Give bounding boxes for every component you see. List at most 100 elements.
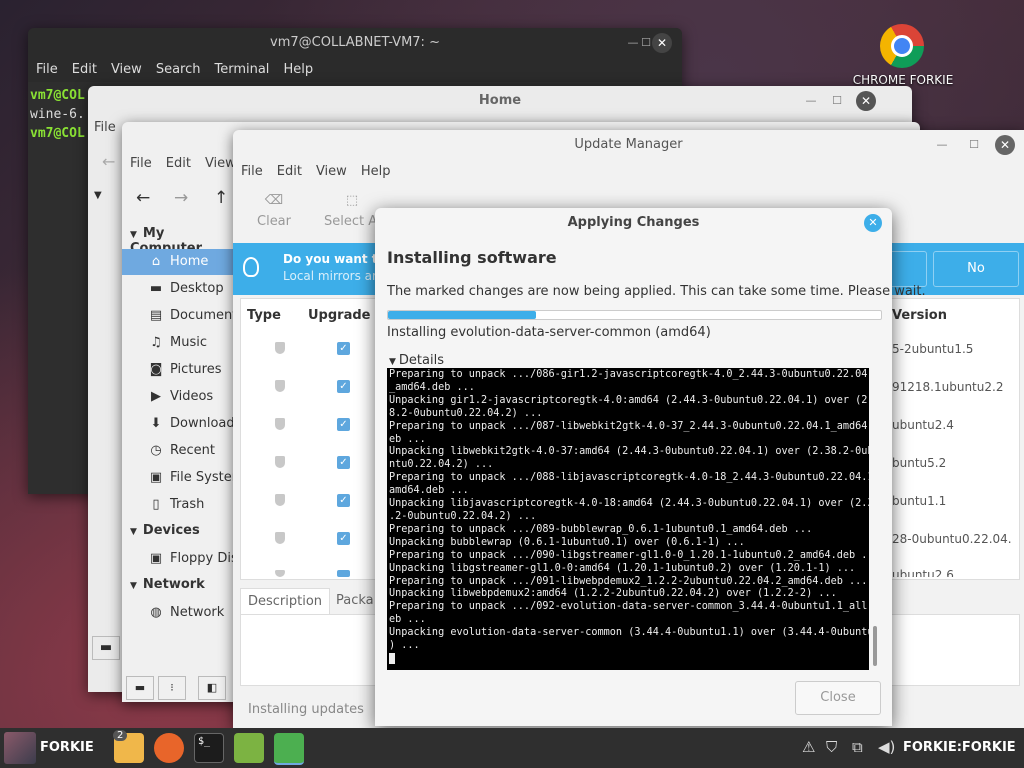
up-arrow-icon[interactable]: ↑ [214,188,228,208]
sidebar-item-label: Home [170,254,209,269]
shield-icon[interactable]: ⛉ [826,738,837,756]
details-console[interactable]: Preparing to unpack .../086-gir1.2-javas… [387,368,869,670]
um-menu-edit[interactable]: Edit [277,160,302,184]
home-menu-file[interactable]: File [94,120,116,135]
banner-yes-button[interactable] [889,251,927,287]
um-menu-help[interactable]: Help [361,160,391,184]
upgrade-checkbox[interactable]: ✓ [337,532,350,545]
close-icon[interactable]: ✕ [652,33,672,53]
column-type[interactable]: Type [247,308,281,323]
mintupdate-icon[interactable] [234,733,264,763]
collapse-arrow-icon[interactable]: ▼ [94,190,102,201]
security-shield-icon [275,456,285,468]
files-menu-file[interactable]: File [130,152,152,176]
clear-label: Clear [257,214,291,229]
clear-button[interactable]: ⌫ Clear [256,193,292,229]
um-menu-file[interactable]: File [241,160,263,184]
maximize-icon[interactable]: ☐ [828,92,846,110]
tab-packages[interactable]: Packa [336,588,374,614]
terminal-icon[interactable]: $_ [194,733,224,763]
update-notice-icon[interactable]: ⚠ [802,738,815,756]
upgrade-checkbox[interactable]: ✓ [337,380,350,393]
files-badge: 2 [113,730,128,741]
version-cell: 28-0ubuntu0.22.04. [892,532,1012,546]
tree-view-icon[interactable]: ⁝ [158,676,186,700]
select-all-button[interactable]: ⬚ Select All [324,193,380,229]
terminal-menubar: File Edit View Search Terminal Help [28,58,682,82]
sidebar-item-pictures[interactable]: ◙ Pictures [148,357,222,383]
forward-arrow-icon[interactable]: → [174,188,188,208]
minimize-icon[interactable]: — [933,136,951,154]
terminal-menu-view[interactable]: View [111,58,142,82]
close-button[interactable]: Close [795,681,881,715]
security-shield-icon [275,494,285,506]
sidebar-item-downloads[interactable]: ⬇ Downloads [148,411,238,437]
chrome-icon[interactable] [880,24,924,68]
close-icon[interactable]: ✕ [864,214,882,232]
tab-description[interactable]: Description [240,588,330,615]
terminal-menu-file[interactable]: File [36,58,58,82]
close-icon[interactable]: ✕ [856,91,876,111]
upgrade-checkbox[interactable] [337,570,350,577]
sidebar-item-desktop[interactable]: ▬ Desktop [148,276,224,302]
console-line: .2-0ubuntu0.22.04.2) ... [389,510,537,522]
folder-view-icon[interactable]: ▬ [126,676,154,700]
shield-app-icon[interactable] [274,733,304,765]
upgrade-checkbox[interactable]: ✓ [337,456,350,469]
sidebar-item-trash[interactable]: ▯ Trash [148,492,204,518]
console-line: Unpacking libjavascriptcoregtk-4.0-18:am… [389,498,869,510]
sidebar-item-music[interactable]: ♫ Music [148,330,207,356]
version-cell: 91218.1ubuntu2.2 [892,380,1004,394]
sidebar-item-file-system[interactable]: ▣ File System [148,465,238,491]
version-cell: ubuntu2.6 [892,568,954,577]
terminal-menu-terminal[interactable]: Terminal [214,58,269,82]
firefox-icon[interactable] [154,733,184,763]
chrome-desktop-label[interactable]: CHROME FORKIE [848,73,958,87]
menu-icon[interactable] [4,732,36,764]
video-icon: ▶ [151,389,161,404]
terminal-menu-edit[interactable]: Edit [72,58,97,82]
folder-icon[interactable]: ▬ [92,636,120,660]
banner-no-button[interactable]: No [933,251,1019,287]
minimize-icon[interactable]: — [802,92,820,110]
files-menu-view[interactable]: View [205,152,236,176]
sidebar-item-floppy[interactable]: ▣ Floppy Disk [148,546,238,572]
network-icon[interactable]: ⧉ [852,738,863,756]
close-icon[interactable]: ✕ [995,135,1015,155]
sidebar-item-recent[interactable]: ◷ Recent [148,438,215,464]
terminal-menu-help[interactable]: Help [283,58,313,82]
sidebar-item-home[interactable]: ⌂ Home [122,249,238,275]
version-cell: ubuntu2.4 [892,418,954,432]
um-menu-view[interactable]: View [316,160,347,184]
menu-label[interactable]: FORKIE [40,740,94,755]
maximize-icon[interactable]: ☐ [965,136,983,154]
details-expander[interactable]: ▼ Details [389,353,444,368]
back-arrow-icon[interactable]: ← [136,188,150,208]
console-line: Preparing to unpack .../086-gir1.2-javas… [389,369,869,380]
column-version[interactable]: Version [892,308,947,323]
files-menu-edit[interactable]: Edit [166,152,191,176]
console-scrollbar[interactable] [873,626,877,666]
column-upgrade[interactable]: Upgrade [308,308,370,323]
sidebar-item-videos[interactable]: ▶ Videos [148,384,213,410]
select-all-label: Select All [324,214,380,229]
user-label[interactable]: FORKIE:FORKIE [903,740,1016,755]
toggle-sidebar-icon[interactable]: ◧ [198,676,226,700]
section-network-label: Network [142,577,205,592]
back-arrow-icon[interactable]: ← [102,152,115,171]
applying-changes-dialog[interactable]: Applying Changes ✕ Installing software T… [375,208,926,726]
console-cursor [389,652,395,664]
dialog-title: Applying Changes [567,215,700,230]
sidebar-item-label: Desktop [170,281,224,296]
section-network[interactable]: ▼ Network [130,577,205,592]
upgrade-checkbox[interactable]: ✓ [337,342,350,355]
files-sidebar: ▼My Computer ⌂Home ▬Desktop ▤Documents ♫… [122,220,238,700]
upgrade-checkbox[interactable]: ✓ [337,418,350,431]
sidebar-item-documents[interactable]: ▤ Documents [148,303,238,329]
terminal-menu-search[interactable]: Search [156,58,201,82]
upgrade-checkbox[interactable]: ✓ [337,494,350,507]
section-devices[interactable]: ▼ Devices [130,523,200,538]
home-title: Home [478,93,522,108]
volume-icon[interactable]: ◀) [878,738,895,756]
sidebar-item-network[interactable]: ◍ Network [148,600,224,626]
